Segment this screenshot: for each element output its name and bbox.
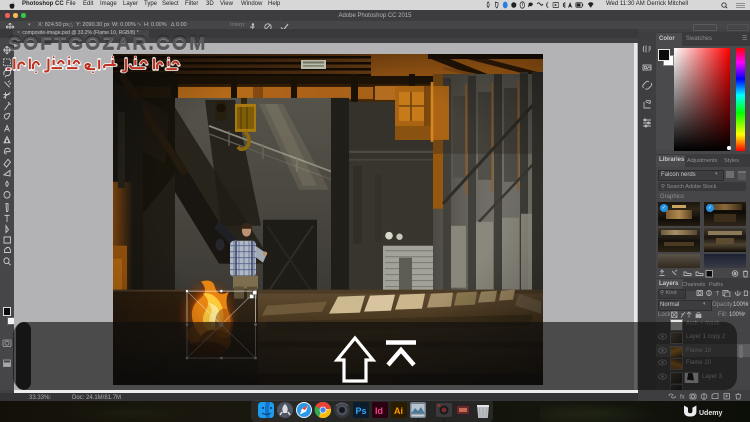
svg-text:Ps: Ps: [356, 406, 367, 416]
svg-text:Udemy: Udemy: [699, 410, 722, 417]
svg-text:T: T: [716, 290, 720, 297]
svg-text:Id: Id: [375, 406, 383, 416]
svg-text:Ai: Ai: [394, 406, 403, 416]
svg-text:fx: fx: [680, 395, 685, 401]
